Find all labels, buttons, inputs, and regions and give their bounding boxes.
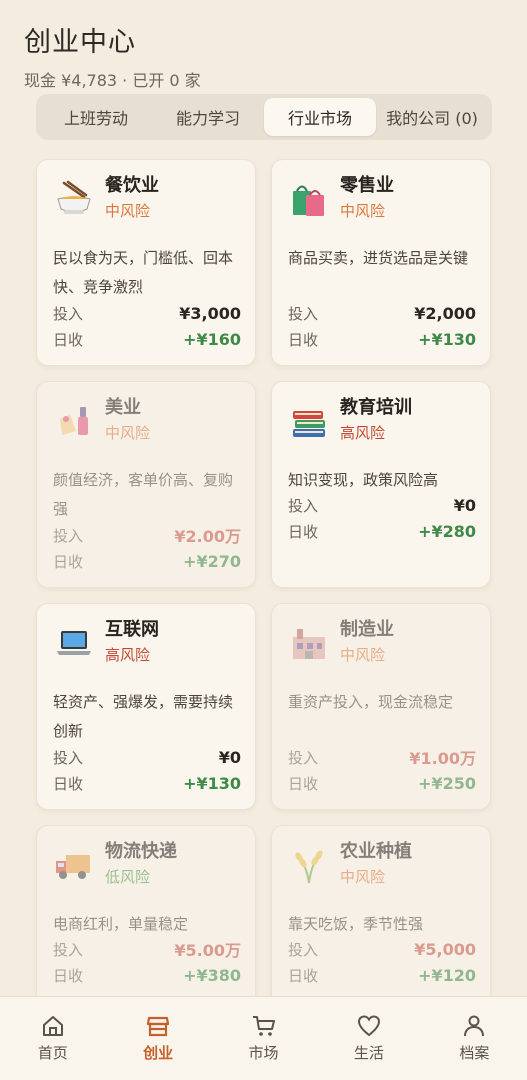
books-icon (288, 400, 330, 442)
daily-income-value: +¥160 (183, 329, 241, 349)
invest-value: ¥0 (453, 495, 476, 515)
invest-label: 投入 (53, 304, 84, 323)
invest-label: 投入 (288, 940, 319, 959)
nav-home[interactable]: 首页 (0, 997, 105, 1080)
tab-market[interactable]: 行业市场 (264, 98, 376, 136)
industry-description: 轻资产、强爆发，需要持续创新 (53, 693, 234, 740)
tab-learning[interactable]: 能力学习 (152, 98, 264, 136)
invest-label: 投入 (288, 304, 319, 323)
nav-market[interactable]: 市场 (211, 997, 316, 1080)
industry-name: 美业 (105, 397, 141, 418)
invest-label: 投入 (53, 748, 84, 767)
page-title: 创业中心 (24, 27, 136, 58)
nav-life[interactable]: 生活 (316, 997, 421, 1080)
factory-icon (288, 622, 330, 664)
daily-income-label: 日收 (53, 774, 84, 793)
nav-label: 档案 (459, 1044, 490, 1062)
risk-badge: 高风险 (105, 646, 151, 664)
nav-label: 市场 (248, 1044, 279, 1062)
invest-value: ¥3,000 (179, 303, 241, 323)
industry-name: 农业种植 (340, 841, 412, 862)
industry-name: 餐饮业 (105, 175, 159, 196)
industry-name: 互联网 (105, 619, 159, 640)
daily-income-value: +¥380 (183, 965, 241, 985)
rice-plant-icon (288, 844, 330, 886)
daily-income-value: +¥250 (418, 773, 476, 793)
daily-income-value: +¥120 (418, 965, 476, 985)
invest-value: ¥5,000 (414, 939, 476, 959)
invest-value: ¥0 (218, 747, 241, 767)
industry-card-education[interactable]: 教育培训 高风险 知识变现，政策风险高 投入 ¥0 日收 +¥280 (271, 381, 491, 588)
risk-badge: 中风险 (105, 202, 151, 220)
industry-grid: 餐饮业 中风险 民以食为天，门槛低、回本快、竞争激烈 投入 ¥3,000 日收 +¥… (36, 159, 492, 1032)
heart-icon (357, 1015, 380, 1037)
invest-value: ¥2,000 (414, 303, 476, 323)
nav-profile[interactable]: 档案 (422, 997, 527, 1080)
delivery-truck-icon (53, 844, 95, 886)
home-icon (42, 1016, 63, 1036)
daily-income-label: 日收 (288, 522, 319, 541)
nail-polish-icon (53, 400, 95, 442)
daily-income-label: 日收 (53, 966, 84, 985)
noodle-bowl-icon (53, 178, 95, 220)
daily-income-label: 日收 (53, 330, 84, 349)
bottom-nav: 首页 创业 市场 生活 档案 (0, 996, 527, 1080)
tab-my-company[interactable]: 我的公司 (0) (376, 98, 488, 136)
invest-value: ¥5.00万 (174, 941, 241, 960)
daily-income-label: 日收 (53, 552, 84, 571)
invest-label: 投入 (53, 526, 84, 545)
user-icon (464, 1015, 485, 1037)
risk-badge: 低风险 (105, 868, 151, 886)
invest-value: ¥2.00万 (174, 527, 241, 546)
industry-name: 教育培训 (340, 397, 412, 418)
daily-income-label: 日收 (288, 330, 319, 349)
daily-income-label: 日收 (288, 966, 319, 985)
industry-name: 物流快递 (105, 841, 177, 862)
risk-badge: 中风险 (340, 646, 386, 664)
industry-card-catering[interactable]: 餐饮业 中风险 民以食为天，门槛低、回本快、竞争激烈 投入 ¥3,000 日收 +¥… (36, 159, 256, 366)
tab-bar: 上班劳动 能力学习 行业市场 我的公司 (0) (36, 94, 492, 140)
daily-income-value: +¥130 (183, 773, 241, 793)
invest-label: 投入 (53, 940, 84, 959)
nav-label: 生活 (353, 1044, 384, 1062)
risk-badge: 中风险 (340, 202, 386, 220)
industry-description: 重资产投入，现金流稳定 (288, 693, 454, 711)
daily-income-label: 日收 (288, 774, 319, 793)
risk-badge: 中风险 (340, 868, 386, 886)
cart-icon (252, 1016, 275, 1036)
nav-label: 首页 (37, 1044, 68, 1062)
industry-description: 颜值经济，客单价高、复购强 (53, 471, 234, 518)
industry-name: 零售业 (340, 175, 394, 196)
nav-startup[interactable]: 创业 (105, 997, 210, 1080)
daily-income-value: +¥280 (418, 521, 476, 541)
industry-description: 商品买卖，进货选品是关键 (288, 249, 469, 267)
industry-card-internet[interactable]: 互联网 高风险 轻资产、强爆发，需要持续创新 投入 ¥0 日收 +¥130 (36, 603, 256, 810)
cash-summary: 现金 ¥4,783 · 已开 0 家 (24, 71, 201, 90)
invest-value: ¥1.00万 (409, 749, 476, 768)
shop-icon (147, 1016, 170, 1037)
industry-card-beauty[interactable]: 美业 中风险 颜值经济，客单价高、复购强 投入 ¥2.00万 日收 +¥270 (36, 381, 256, 588)
risk-badge: 中风险 (105, 424, 151, 442)
risk-badge: 高风险 (340, 424, 386, 442)
daily-income-value: +¥270 (183, 551, 241, 571)
invest-label: 投入 (288, 496, 319, 515)
industry-description: 民以食为天，门槛低、回本快、竞争激烈 (53, 249, 234, 296)
industry-card-retail[interactable]: 零售业 中风险 商品买卖，进货选品是关键 投入 ¥2,000 日收 +¥130 (271, 159, 491, 366)
industry-name: 制造业 (340, 619, 394, 640)
industry-card-manufacturing[interactable]: 制造业 中风险 重资产投入，现金流稳定 投入 ¥1.00万 日收 +¥250 (271, 603, 491, 810)
daily-income-value: +¥130 (418, 329, 476, 349)
tab-work[interactable]: 上班劳动 (40, 98, 152, 136)
invest-label: 投入 (288, 748, 319, 767)
page-header: 创业中心 现金 ¥4,783 · 已开 0 家 (24, 20, 201, 91)
shopping-bags-icon (288, 178, 330, 220)
laptop-icon (53, 622, 95, 664)
nav-label: 创业 (143, 1044, 174, 1062)
